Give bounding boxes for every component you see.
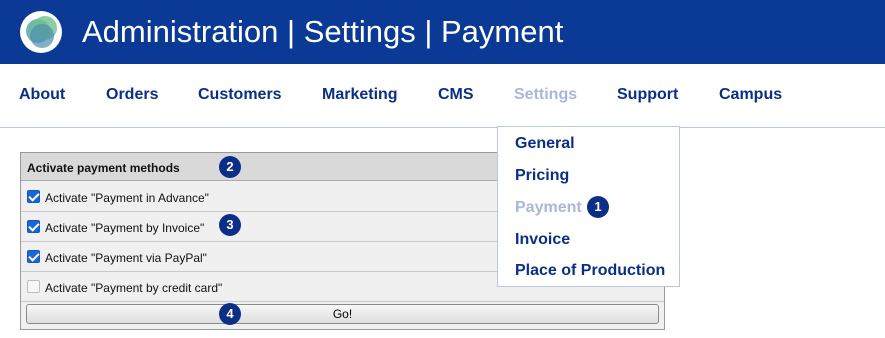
menu-item-place-of-production[interactable]: Place of Production	[515, 262, 665, 280]
menu-item-invoice[interactable]: Invoice	[515, 231, 570, 249]
checkbox-payment-by-credit-card[interactable]	[27, 280, 40, 293]
main-nav: About Orders Customers Marketing CMS Set…	[0, 64, 885, 128]
panel-title: Activate payment methods	[27, 161, 180, 175]
row-label: Activate "Payment via PayPal"	[45, 251, 207, 265]
step-badge-4: 4	[219, 303, 241, 325]
nav-item-customers[interactable]: Customers	[198, 86, 282, 104]
row-label: Activate "Payment by Invoice"	[45, 221, 205, 235]
go-button[interactable]: Go!	[26, 304, 659, 324]
page-title: Administration | Settings | Payment	[82, 14, 564, 49]
nav-item-settings[interactable]: Settings	[514, 86, 577, 104]
nav-item-orders[interactable]: Orders	[106, 86, 158, 104]
step-badge-1: 1	[587, 196, 609, 218]
step-badge-3: 3	[219, 214, 241, 236]
nav-item-about[interactable]: About	[19, 86, 65, 104]
menu-item-general[interactable]: General	[515, 135, 575, 153]
nav-item-campus[interactable]: Campus	[719, 86, 782, 104]
nav-item-marketing[interactable]: Marketing	[322, 86, 398, 104]
checkbox-payment-by-invoice[interactable]	[27, 220, 40, 233]
menu-item-pricing[interactable]: Pricing	[515, 167, 569, 185]
nav-item-support[interactable]: Support	[617, 86, 678, 104]
nav-item-cms[interactable]: CMS	[438, 86, 474, 104]
menu-item-payment[interactable]: Payment	[515, 199, 582, 217]
row-label: Activate "Payment by credit card"	[45, 281, 223, 295]
row-label: Activate "Payment in Advance"	[45, 191, 209, 205]
checkbox-payment-via-paypal[interactable]	[27, 250, 40, 263]
header-bar: Administration | Settings | Payment	[0, 0, 885, 64]
step-badge-2: 2	[219, 156, 241, 178]
logo[interactable]	[20, 11, 62, 53]
checkbox-payment-in-advance[interactable]	[27, 190, 40, 203]
